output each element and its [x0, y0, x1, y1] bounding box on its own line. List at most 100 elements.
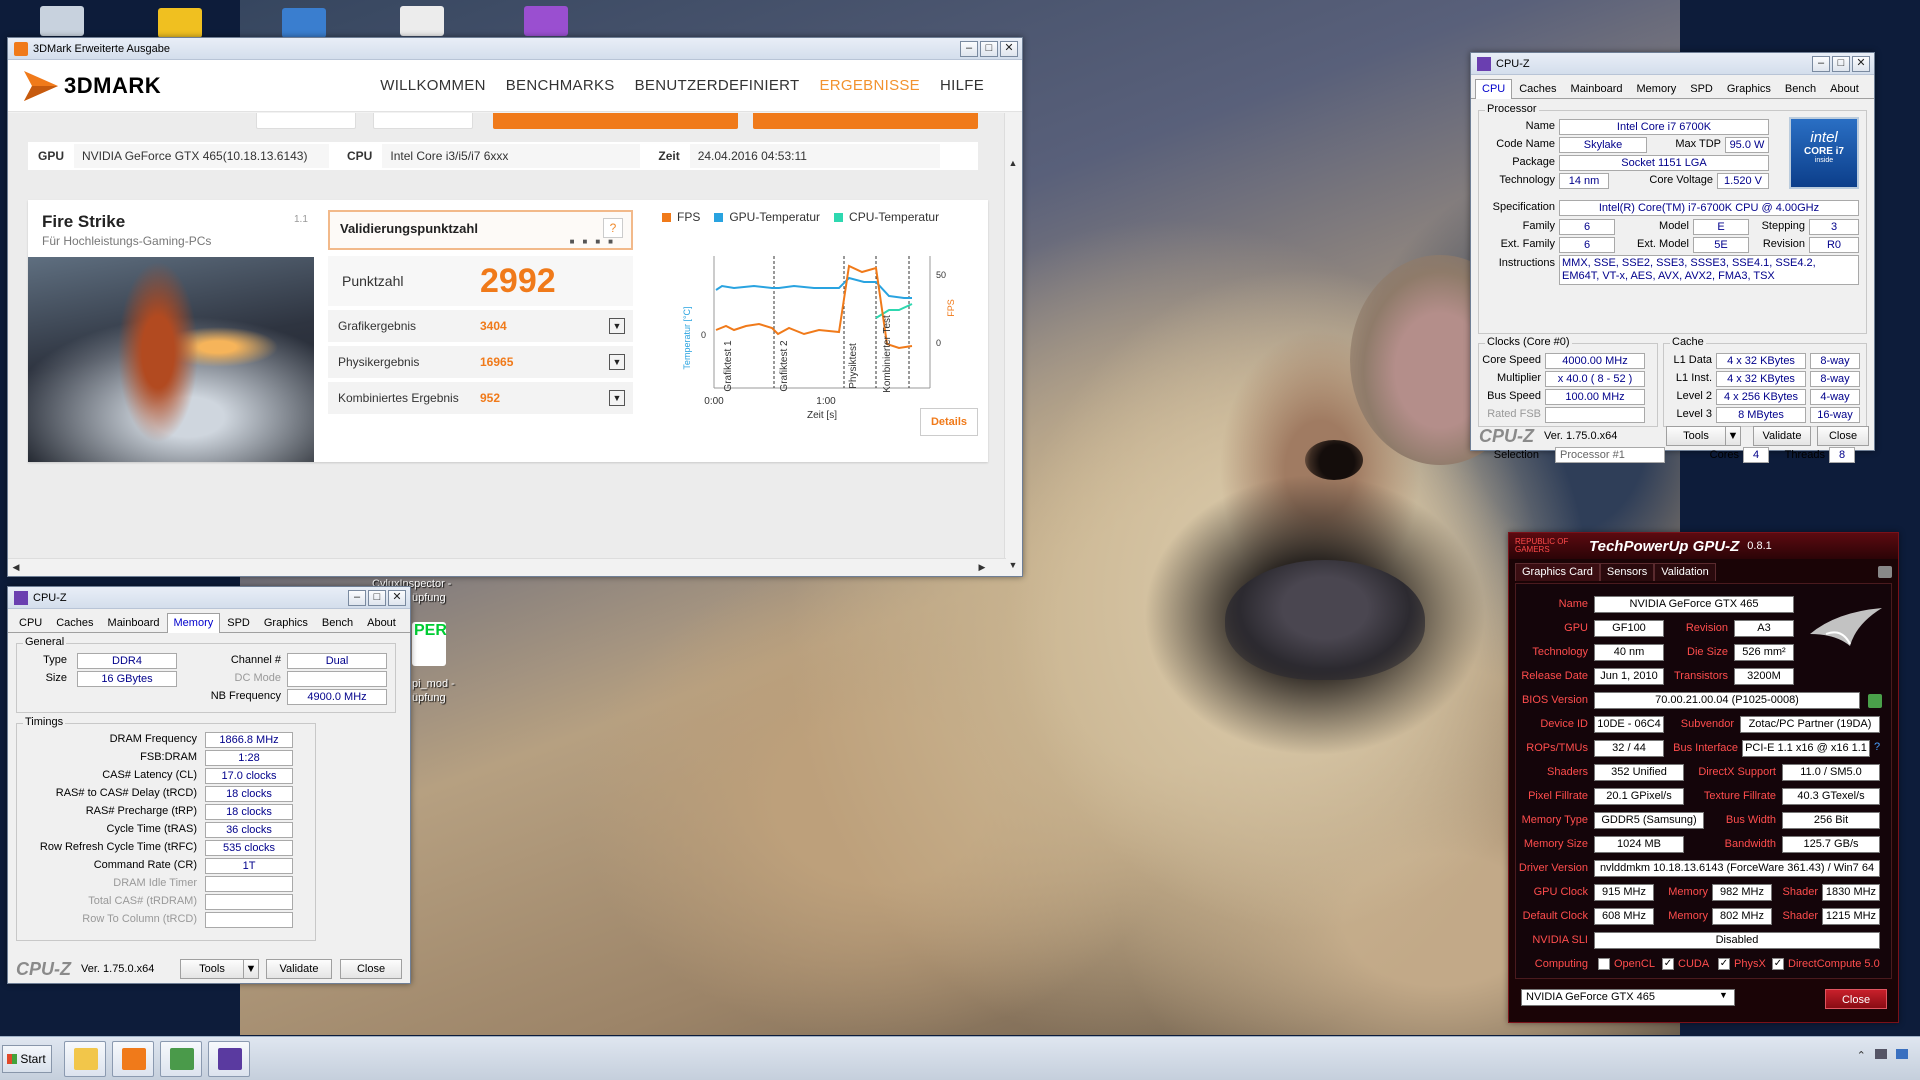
tab-bench[interactable]: Bench	[1778, 79, 1823, 98]
tab-about[interactable]: About	[1823, 79, 1866, 98]
tray-expand-icon[interactable]: ⌃	[1857, 1050, 1866, 1062]
desktop-app-icon-1[interactable]	[158, 8, 202, 38]
tab-spd[interactable]: SPD	[220, 613, 257, 632]
dog-nose	[1225, 560, 1425, 680]
threedmark-titlebar[interactable]: 3DMark Erweiterte Ausgabe – □ ✕	[8, 38, 1022, 60]
tools-button[interactable]: Tools	[1666, 426, 1726, 446]
tools-dropdown-icon[interactable]: ▼	[243, 959, 259, 979]
cuda-checkbox[interactable]: ✓	[1662, 958, 1674, 970]
tools-button[interactable]: Tools	[180, 959, 244, 979]
tab-memory[interactable]: Memory	[1630, 79, 1684, 98]
close-button[interactable]: Close	[1825, 989, 1887, 1009]
tab-cpu[interactable]: CPU	[12, 613, 49, 632]
dog-eye	[1305, 440, 1363, 480]
scroll-left-arrow-icon[interactable]: ◀	[8, 559, 24, 575]
nav-benchmarks[interactable]: BENCHMARKS	[496, 77, 625, 94]
cut-off-orange-button[interactable]	[493, 113, 738, 129]
directcompute-checkbox[interactable]: ✓	[1772, 958, 1784, 970]
tab-spd[interactable]: SPD	[1683, 79, 1720, 98]
cpuz-titlebar[interactable]: CPU-Z – □ ✕	[1471, 53, 1874, 75]
vertical-scrollbar[interactable]: ▲ ▼	[1004, 113, 1022, 573]
close-button[interactable]: ✕	[1000, 40, 1018, 57]
minimize-button[interactable]: –	[348, 589, 366, 606]
expand-chevron-icon[interactable]: ▼	[609, 318, 625, 334]
nb-frequency-value: 4900.0 MHz	[287, 689, 387, 705]
nav-welcome[interactable]: WILLKOMMEN	[370, 77, 496, 94]
horizontal-scrollbar[interactable]: ◀ ▶	[8, 558, 1006, 576]
subscore-row[interactable]: Grafikergebnis 3404 ▼	[328, 310, 633, 342]
taskbar-explorer[interactable]	[64, 1041, 106, 1077]
scroll-right-arrow-icon[interactable]: ▶	[974, 559, 990, 575]
nav-custom[interactable]: BENUTZERDEFINIERT	[625, 77, 810, 94]
l1-data-assoc: 8-way	[1810, 353, 1860, 369]
tab-memory[interactable]: Memory	[166, 613, 221, 633]
close-button[interactable]: ✕	[388, 589, 406, 606]
tab-mainboard[interactable]: Mainboard	[1564, 79, 1630, 98]
cut-off-orange-button[interactable]	[753, 113, 978, 129]
tools-dropdown-icon[interactable]: ▼	[1725, 426, 1741, 446]
details-button[interactable]: Details	[920, 408, 978, 436]
tab-validation[interactable]: Validation	[1654, 563, 1716, 581]
subscore-row[interactable]: Physikergebnis 16965 ▼	[328, 346, 633, 378]
maximize-button[interactable]: □	[1832, 55, 1850, 72]
taskbar-gpuz[interactable]	[160, 1041, 202, 1077]
subscore-row[interactable]: Kombiniertes Ergebnis 952 ▼	[328, 382, 633, 414]
tab-caches[interactable]: Caches	[1512, 79, 1563, 98]
nav-help[interactable]: HILFE	[930, 77, 994, 94]
taskbar-3dmark[interactable]	[112, 1041, 154, 1077]
gpuz-titlebar[interactable]: REPUBLIC OF GAMERS TechPowerUp GPU-Z 0.8…	[1509, 533, 1898, 559]
tab-bench[interactable]: Bench	[315, 613, 360, 632]
tab-cpu[interactable]: CPU	[1475, 79, 1513, 99]
desktop-app-icon-3[interactable]	[400, 6, 444, 36]
taskbar-cpuz[interactable]	[208, 1041, 250, 1077]
minimize-button[interactable]: –	[1812, 55, 1830, 72]
tab-graphics[interactable]: Graphics	[1720, 79, 1778, 98]
scroll-down-arrow-icon[interactable]: ▼	[1005, 557, 1021, 573]
cut-off-button[interactable]	[256, 113, 356, 129]
nav-results[interactable]: ERGEBNISSE	[809, 77, 930, 94]
start-button[interactable]: Start	[2, 1045, 52, 1073]
card-select-dropdown[interactable]: NVIDIA GeForce GTX 465	[1521, 989, 1735, 1006]
window-title: CPU-Z	[1496, 57, 1530, 70]
network-icon[interactable]	[1874, 1049, 1887, 1059]
help-icon[interactable]: ?	[603, 218, 623, 238]
tab-sensors[interactable]: Sensors	[1599, 563, 1655, 581]
close-button[interactable]: Close	[1817, 426, 1869, 446]
dc-mode-value	[287, 671, 387, 687]
legend-label: CPU-Temperatur	[849, 210, 940, 224]
subscore-label: Grafikergebnis	[338, 319, 417, 333]
close-button[interactable]: Close	[340, 959, 402, 979]
tab-caches[interactable]: Caches	[49, 613, 100, 632]
cut-off-button[interactable]	[373, 113, 473, 129]
desktop-app-icon-2[interactable]	[282, 8, 326, 38]
tab-graphics-card[interactable]: Graphics Card	[1515, 563, 1600, 581]
recycle-bin-icon[interactable]	[40, 6, 84, 36]
physx-checkbox[interactable]: ✓	[1718, 958, 1730, 970]
scroll-up-arrow-icon[interactable]: ▲	[1005, 155, 1021, 171]
tab-about[interactable]: About	[360, 613, 403, 632]
bus-help-icon[interactable]: ?	[1874, 741, 1880, 753]
bios-save-icon[interactable]	[1868, 694, 1882, 708]
expand-chevron-icon[interactable]: ▼	[609, 354, 625, 370]
tab-mainboard[interactable]: Mainboard	[101, 613, 167, 632]
checkbox-label: PhysX	[1734, 958, 1766, 970]
timing-value: 1:28	[205, 750, 293, 766]
maximize-button[interactable]: □	[980, 40, 998, 57]
field-label: GPU	[1564, 622, 1588, 634]
field-label: Default Clock	[1522, 910, 1588, 922]
cpuz-titlebar[interactable]: CPU-Z – □ ✕	[8, 587, 410, 609]
monitor-icon[interactable]	[1896, 1049, 1908, 1059]
validate-button[interactable]: Validate	[1753, 426, 1811, 446]
tab-graphics[interactable]: Graphics	[257, 613, 315, 632]
opencl-checkbox[interactable]	[1598, 958, 1610, 970]
minimize-button[interactable]: –	[960, 40, 978, 57]
close-button[interactable]: ✕	[1852, 55, 1870, 72]
card-select-chevron-icon[interactable]: ▼	[1719, 990, 1728, 1000]
x-axis-label: Zeit [s]	[807, 410, 837, 421]
validate-button[interactable]: Validate	[266, 959, 332, 979]
camera-icon[interactable]	[1878, 566, 1892, 578]
expand-chevron-icon[interactable]: ▼	[609, 390, 625, 406]
desktop-app-icon-4[interactable]	[524, 6, 568, 36]
timing-value: 18 clocks	[205, 786, 293, 802]
maximize-button[interactable]: □	[368, 589, 386, 606]
